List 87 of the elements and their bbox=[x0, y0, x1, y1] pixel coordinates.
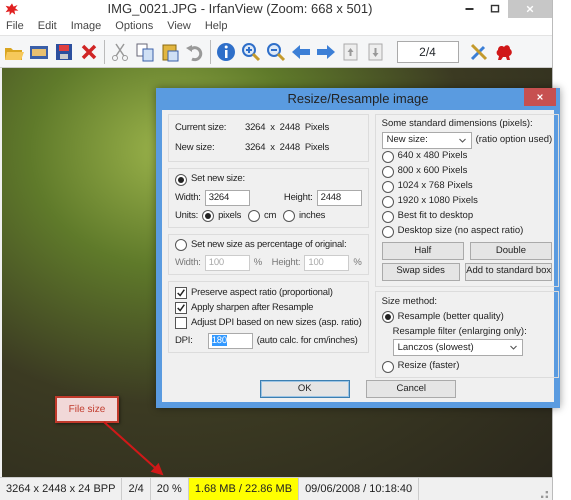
dropdown-value: Lanczos (slowest) bbox=[398, 340, 474, 355]
page-field[interactable]: 2/4 bbox=[396, 40, 458, 62]
radio-button[interactable] bbox=[382, 310, 394, 323]
radio-button[interactable] bbox=[382, 226, 394, 238]
checkbox-label: Preserve aspect ratio (proportional) bbox=[191, 286, 333, 300]
close-button[interactable] bbox=[524, 88, 556, 106]
status-text: 3264 x 2448 x 24 BPP bbox=[0, 478, 122, 500]
dialog-button[interactable]: OK bbox=[260, 380, 350, 398]
clipboard-icon[interactable] bbox=[160, 42, 180, 62]
dialog-title: Resize/Resample image bbox=[288, 90, 428, 108]
menu-item[interactable]: Options bbox=[115, 18, 154, 35]
option-label: 640 x 480 Pixels bbox=[398, 149, 468, 164]
filter-dropdown[interactable]: Lanczos (slowest) bbox=[392, 339, 523, 356]
copy-icon[interactable] bbox=[135, 42, 155, 62]
info-icon[interactable] bbox=[216, 42, 236, 62]
checkbox[interactable] bbox=[175, 286, 187, 299]
option-label: 1024 x 768 Pixels bbox=[398, 179, 473, 194]
window-title: IMG_0021.JPG - IrfanView (Zoom: 668 x 501) bbox=[106, 0, 374, 18]
status-text: 2/4 bbox=[122, 478, 151, 500]
dialog-button[interactable]: Swap sides bbox=[382, 262, 460, 280]
field-label: Units: bbox=[175, 208, 198, 223]
option-label: cm bbox=[264, 208, 276, 223]
option-label: Resize (faster) bbox=[398, 359, 460, 374]
field-label: Height: bbox=[272, 256, 300, 270]
zoom-in-icon[interactable] bbox=[241, 42, 261, 62]
hint-text: (ratio option used) bbox=[476, 133, 552, 148]
section-heading: Size method: bbox=[382, 294, 438, 309]
splat-icon bbox=[4, 1, 20, 17]
field-label: Current size: bbox=[175, 120, 228, 135]
minimize-icon bbox=[464, 8, 474, 10]
radio-button[interactable] bbox=[382, 360, 394, 372]
size-value: 3264 x 2448 Pixels bbox=[245, 140, 329, 155]
checkbox[interactable] bbox=[175, 302, 187, 314]
menu-item[interactable]: View bbox=[167, 18, 191, 35]
option-label: 1920 x 1080 Pixels bbox=[398, 194, 478, 208]
section-heading: Some standard dimensions (pixels): bbox=[382, 117, 534, 132]
option-label: Set new size: bbox=[191, 172, 245, 186]
option-label: 800 x 600 Pixels bbox=[398, 164, 468, 178]
radio-button[interactable] bbox=[382, 196, 394, 208]
menu-item[interactable]: Image bbox=[70, 18, 102, 35]
radio-button[interactable] bbox=[282, 210, 295, 222]
status-text: 09/06/2008 / 10:18:40 bbox=[299, 478, 420, 500]
menu-item[interactable]: File bbox=[6, 18, 24, 35]
dialog-button[interactable]: Add to standard box bbox=[465, 262, 552, 280]
radio-button[interactable] bbox=[382, 166, 394, 178]
chevron-icon bbox=[458, 136, 467, 145]
field-label: Resample filter (enlarging only): bbox=[392, 324, 528, 339]
field-label: New size: bbox=[175, 140, 216, 155]
callout-label: File size bbox=[55, 396, 119, 423]
option-label: Best fit to desktop bbox=[398, 209, 474, 224]
dialog-button[interactable]: Double bbox=[470, 242, 552, 260]
radio-button[interactable] bbox=[248, 210, 260, 222]
option-label: Set new size as percentage of original: bbox=[191, 238, 346, 252]
chevron-icon bbox=[508, 343, 518, 352]
radio-button[interactable] bbox=[382, 150, 394, 162]
checkbox-label: Adjust DPI based on new sizes (asp. ratio) bbox=[191, 316, 362, 330]
option-label: pixels bbox=[218, 208, 242, 223]
unit-label: % bbox=[254, 256, 262, 270]
unit-label: % bbox=[353, 256, 362, 270]
radio-button[interactable] bbox=[175, 174, 187, 186]
field-label: Width: bbox=[175, 190, 201, 205]
status-text: 1.68 MB / 22.86 MB bbox=[188, 478, 300, 500]
radio-button[interactable] bbox=[202, 210, 214, 222]
width-field[interactable]: 3264 bbox=[204, 190, 250, 206]
option-label: Resample (better quality) bbox=[398, 310, 504, 324]
dialog-button[interactable]: Cancel bbox=[366, 380, 456, 398]
field-label: Height: bbox=[284, 190, 313, 205]
height-field[interactable]: 2448 bbox=[316, 190, 362, 206]
pointer-arrow bbox=[103, 421, 164, 476]
field-label: Width: bbox=[175, 256, 201, 270]
option-label: inches bbox=[298, 208, 326, 223]
option-label: Desktop size (no aspect ratio) bbox=[398, 224, 524, 238]
field-label: DPI: bbox=[175, 334, 193, 348]
resize-grip-icon bbox=[541, 490, 548, 498]
size-dropdown[interactable]: New size: bbox=[382, 132, 472, 149]
radio-button[interactable] bbox=[382, 210, 394, 222]
zoom-out-icon[interactable] bbox=[266, 42, 286, 62]
menu-item[interactable]: Help bbox=[204, 18, 228, 35]
dialog-button[interactable]: Half bbox=[382, 242, 464, 260]
size-value: 3264 x 2448 Pixels bbox=[245, 120, 329, 135]
checkbox-label: Apply sharpen after Resample bbox=[191, 300, 314, 315]
radio-button[interactable] bbox=[382, 180, 394, 192]
hint-text: (auto calc. for cm/inches) bbox=[256, 334, 358, 348]
checkbox[interactable] bbox=[175, 316, 187, 329]
menu-item[interactable]: Edit bbox=[38, 18, 57, 35]
scissors-icon[interactable] bbox=[110, 42, 130, 62]
dropdown-value: New size: bbox=[386, 133, 428, 148]
